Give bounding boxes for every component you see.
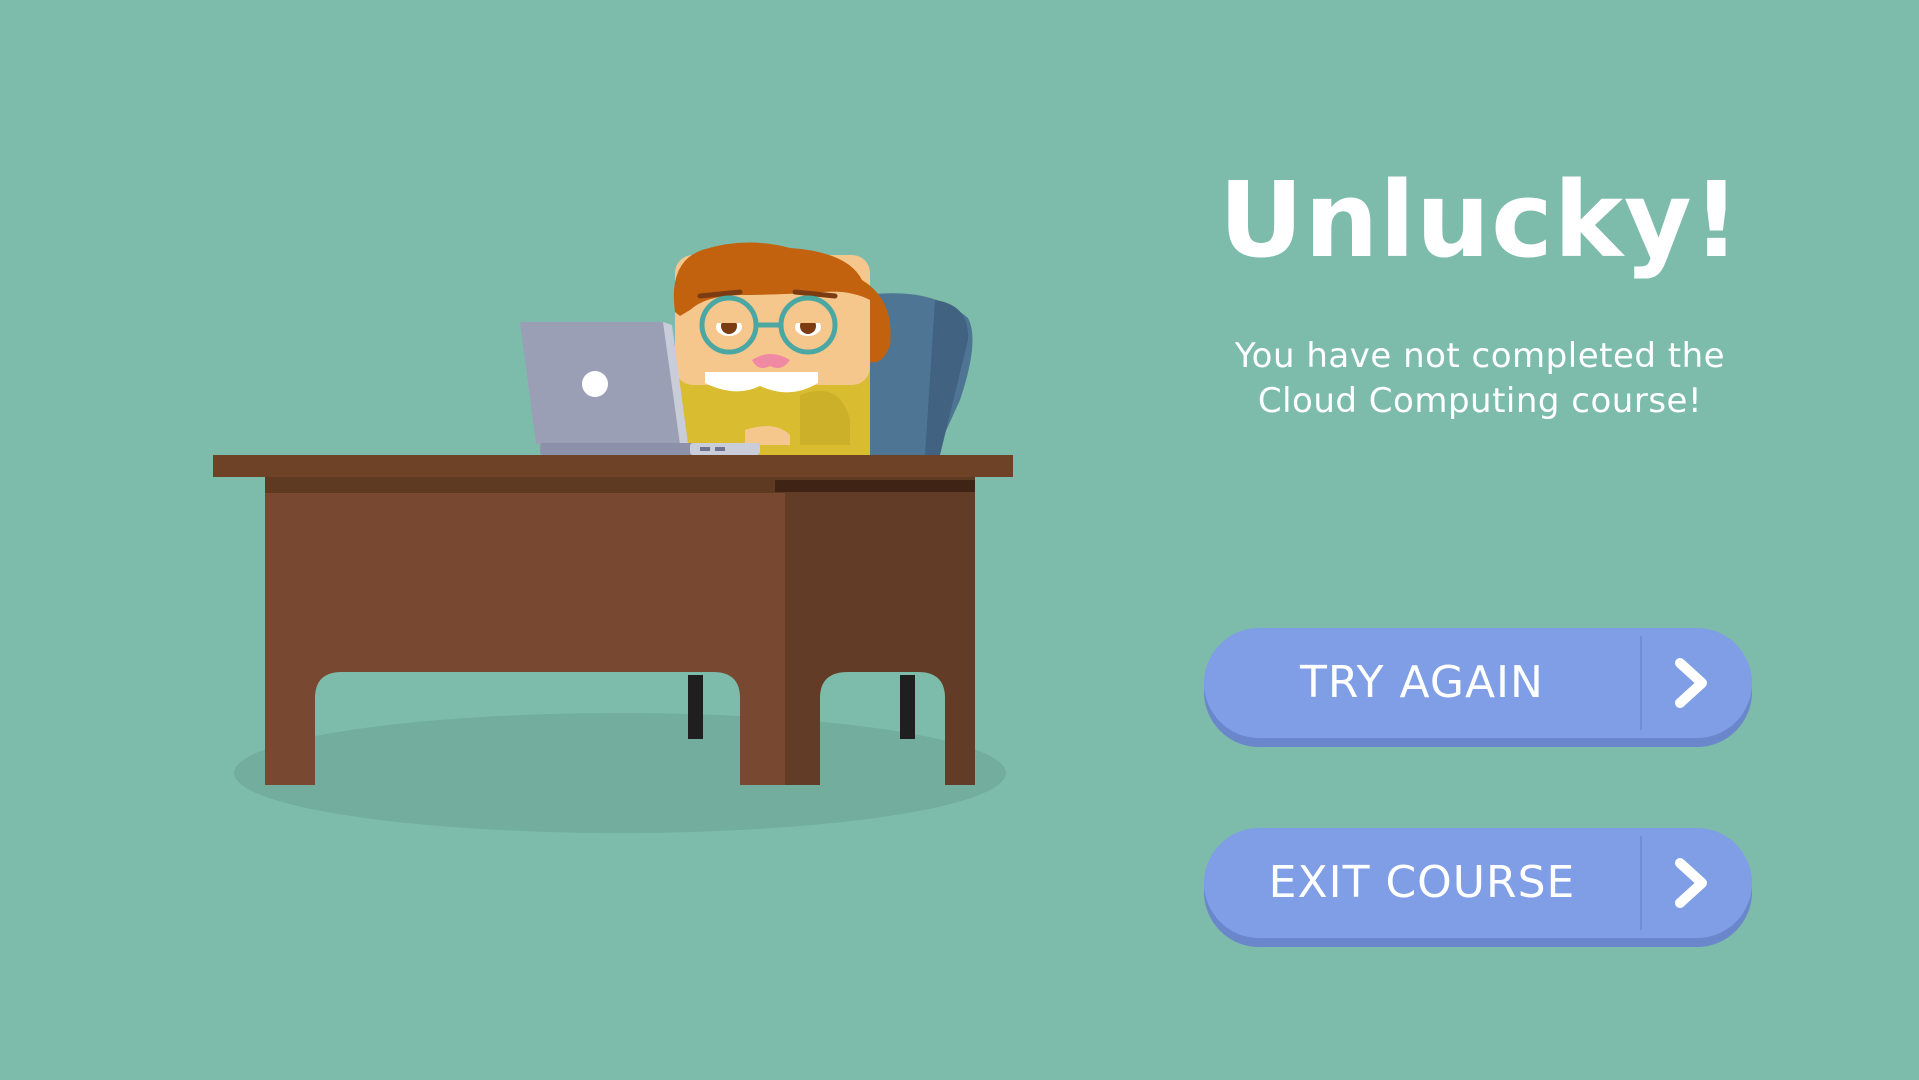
try-again-label: TRY AGAIN — [1300, 657, 1544, 708]
result-title: Unlucky! — [1218, 159, 1742, 281]
chair-leg — [688, 675, 703, 739]
result-screen: Unlucky! You have not completed the Clou… — [0, 0, 1919, 1080]
button-divider — [1640, 636, 1642, 730]
result-message-line2: Cloud Computing course! — [1257, 381, 1703, 421]
try-again-button[interactable]: TRY AGAIN — [1204, 628, 1752, 738]
exit-course-label: EXIT COURSE — [1268, 857, 1576, 908]
result-panel: Unlucky! You have not completed the Clou… — [1150, 0, 1810, 1080]
result-message: You have not completed the Cloud Computi… — [1150, 334, 1810, 424]
character-at-desk-illustration — [213, 242, 1013, 833]
chevron-right-icon — [1675, 858, 1707, 908]
floor-shadow — [234, 713, 1006, 833]
exit-course-button[interactable]: EXIT COURSE — [1204, 828, 1752, 938]
character-icon — [673, 242, 891, 455]
button-divider — [1640, 836, 1642, 930]
result-message-line1: You have not completed the — [1234, 336, 1726, 376]
chevron-right-icon — [1675, 658, 1707, 708]
